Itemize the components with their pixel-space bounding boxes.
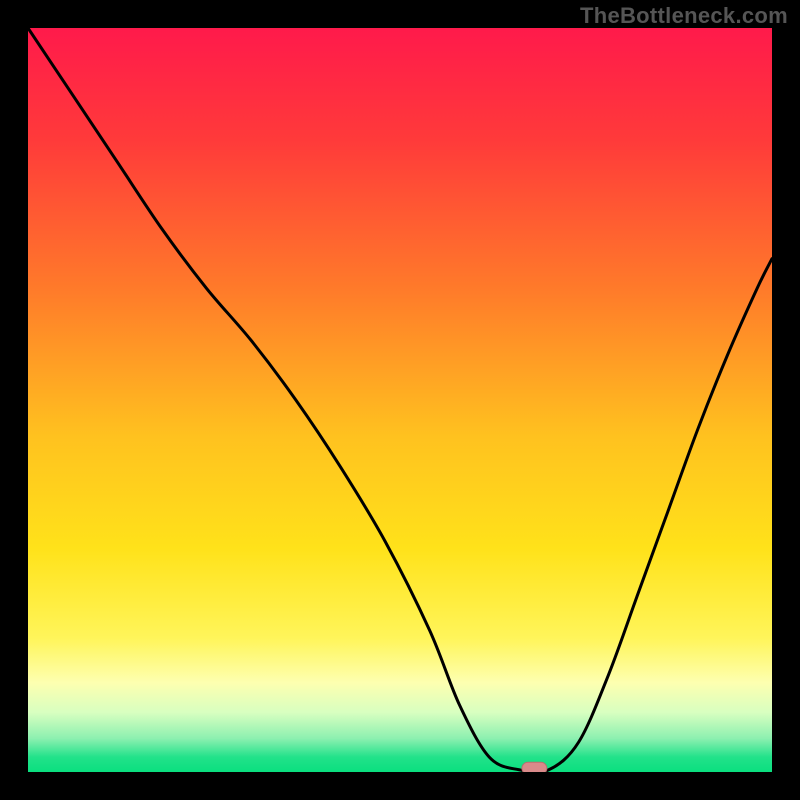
watermark-text: TheBottleneck.com: [580, 3, 788, 29]
gradient-background: [28, 28, 772, 772]
optimum-marker: [522, 762, 547, 772]
plot-area: [28, 28, 772, 772]
bottleneck-chart: [28, 28, 772, 772]
chart-frame: TheBottleneck.com: [0, 0, 800, 800]
